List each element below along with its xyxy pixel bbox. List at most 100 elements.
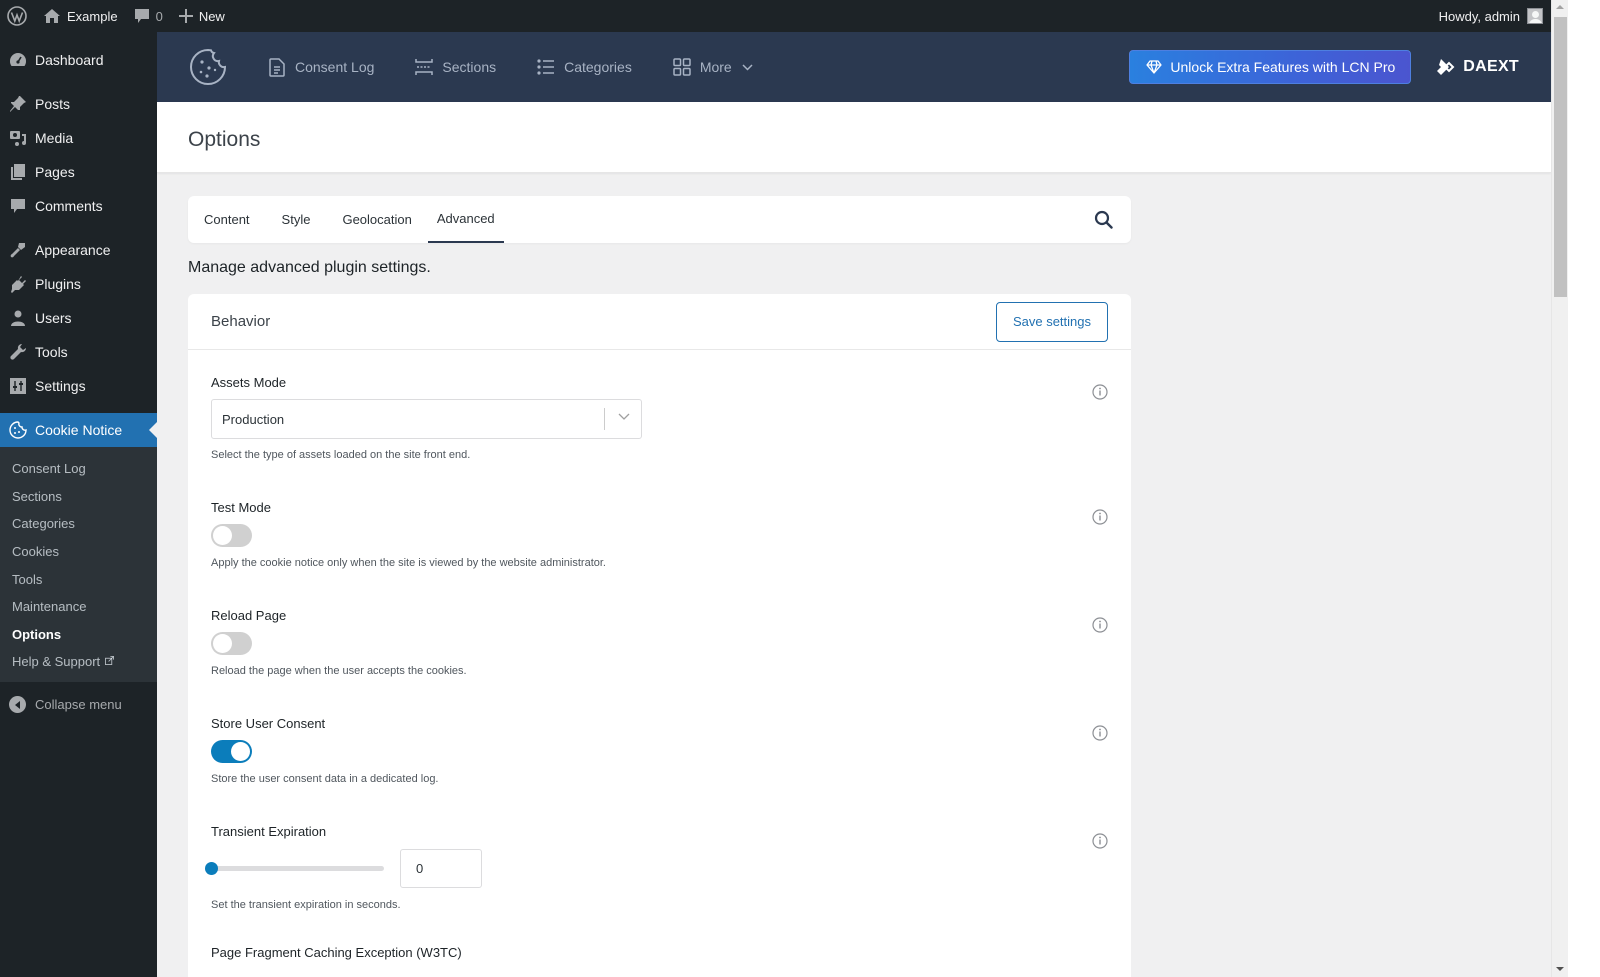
nav-consent-log[interactable]: Consent Log xyxy=(267,32,374,102)
tab-content[interactable]: Content xyxy=(188,196,266,243)
nav-label: Consent Log xyxy=(295,59,375,75)
site-name-link[interactable]: Example xyxy=(35,0,126,32)
field-reload-page: Reload Page Reload the page when the use… xyxy=(211,608,1108,677)
page-title: Options xyxy=(188,128,261,151)
pages-icon xyxy=(8,162,28,182)
tab-label: Style xyxy=(281,212,311,227)
sidebar-item-plugins[interactable]: Plugins xyxy=(0,267,157,301)
sidebar-item-settings[interactable]: Settings xyxy=(0,369,157,403)
cookie-logo-icon[interactable] xyxy=(189,48,227,86)
submenu-item-consent-log[interactable]: Consent Log xyxy=(0,455,157,483)
page-scrollbar[interactable] xyxy=(1551,0,1568,977)
unlock-pro-button[interactable]: Unlock Extra Features with LCN Pro xyxy=(1129,50,1412,84)
tab-advanced[interactable]: Advanced xyxy=(427,196,504,243)
sidebar-item-pages[interactable]: Pages xyxy=(0,155,157,189)
brand-name: DAEXT xyxy=(1463,58,1519,75)
field-label: Page Fragment Caching Exception (W3TC) xyxy=(211,945,462,960)
sidebar-item-label: Cookie Notice xyxy=(35,422,123,438)
field-description: Store the user consent data in a dedicat… xyxy=(211,773,439,785)
comments-count: 0 xyxy=(155,8,163,24)
nav-more-dropdown[interactable]: More xyxy=(672,32,753,102)
assets-mode-select[interactable]: Production xyxy=(211,399,642,439)
sidebar-item-appearance[interactable]: Appearance xyxy=(0,233,157,267)
submenu-item-help-support[interactable]: Help & Support xyxy=(0,648,157,676)
search-icon xyxy=(1094,210,1113,229)
test-mode-toggle[interactable] xyxy=(211,524,252,547)
submenu-label: Consent Log xyxy=(12,461,86,477)
nav-categories[interactable]: Categories xyxy=(536,32,632,102)
reload-page-toggle[interactable] xyxy=(211,632,252,655)
new-content-link[interactable]: New xyxy=(171,0,233,32)
field-label: Transient Expiration xyxy=(211,824,327,839)
cookie-notice-submenu: Consent Log Sections Categories Cookies … xyxy=(0,447,157,682)
behavior-card: Behavior Save settings Assets Mode Produ… xyxy=(188,294,1131,977)
collapse-menu-button[interactable]: Collapse menu xyxy=(0,688,157,722)
admin-bar: Example 0 New Howdy, admin xyxy=(0,0,1551,32)
diamond-icon xyxy=(1146,60,1163,74)
sidebar-item-dashboard[interactable]: Dashboard xyxy=(0,43,157,77)
cookie-icon xyxy=(8,420,28,440)
field-label: Reload Page xyxy=(211,608,287,623)
submenu-item-sections[interactable]: Sections xyxy=(0,483,157,511)
field-label: Store User Consent xyxy=(211,716,326,731)
field-description: Select the type of assets loaded on the … xyxy=(211,449,471,461)
avatar xyxy=(1527,8,1543,24)
tab-geolocation[interactable]: Geolocation xyxy=(326,196,427,243)
sidebar-item-label: Users xyxy=(35,310,72,326)
submenu-label: Tools xyxy=(12,571,43,587)
field-transient-expiration: Transient Expiration 0 Set the transient… xyxy=(205,824,1108,911)
plus-icon xyxy=(178,9,193,23)
admin-sidebar: Dashboard Posts Media Pages Comments App… xyxy=(0,32,157,977)
save-settings-button[interactable]: Save settings xyxy=(995,301,1108,342)
tab-style[interactable]: Style xyxy=(266,196,327,243)
sidebar-item-label: Settings xyxy=(35,378,86,394)
submenu-label: Maintenance xyxy=(12,599,87,615)
info-icon[interactable] xyxy=(1092,509,1108,525)
scrollbar-thumb[interactable] xyxy=(1554,17,1567,297)
field-label: Assets Mode xyxy=(211,375,287,390)
submenu-item-cookies[interactable]: Cookies xyxy=(0,538,157,566)
list-icon xyxy=(536,57,556,77)
info-icon[interactable] xyxy=(1092,725,1108,741)
sidebar-item-media[interactable]: Media xyxy=(0,121,157,155)
tab-label: Content xyxy=(204,212,250,227)
scroll-down-arrow-icon[interactable] xyxy=(1556,967,1564,971)
nav-label: Sections xyxy=(442,59,497,75)
pin-icon xyxy=(8,94,28,114)
sidebar-item-posts[interactable]: Posts xyxy=(0,87,157,121)
sections-icon xyxy=(414,57,434,77)
sidebar-item-label: Posts xyxy=(35,96,71,112)
sidebar-item-cookie-notice[interactable]: Cookie Notice xyxy=(0,413,157,447)
transient-expiration-slider[interactable] xyxy=(205,862,384,875)
store-user-consent-toggle[interactable] xyxy=(211,740,252,763)
external-link-icon xyxy=(105,655,115,668)
slider-handle[interactable] xyxy=(205,862,218,875)
dashboard-icon xyxy=(8,50,28,70)
wordpress-logo-button[interactable] xyxy=(0,0,35,32)
plugin-header: Consent Log Sections Categories More Unl… xyxy=(157,32,1551,102)
sidebar-item-label: Media xyxy=(35,130,74,146)
chevron-down-icon xyxy=(742,63,753,71)
sidebar-item-tools[interactable]: Tools xyxy=(0,335,157,369)
nav-sections[interactable]: Sections xyxy=(414,32,496,102)
document-icon xyxy=(267,57,287,77)
info-icon[interactable] xyxy=(1092,384,1108,400)
submenu-item-tools[interactable]: Tools xyxy=(0,565,157,593)
submenu-item-maintenance[interactable]: Maintenance xyxy=(0,593,157,621)
info-icon[interactable] xyxy=(1092,617,1108,633)
scroll-up-arrow-icon[interactable] xyxy=(1556,5,1564,9)
sidebar-item-comments[interactable]: Comments xyxy=(0,189,157,223)
submenu-label: Help & Support xyxy=(12,654,101,670)
my-account-link[interactable]: Howdy, admin xyxy=(1431,0,1551,32)
daext-brand-link[interactable]: DAEXT xyxy=(1435,57,1519,77)
comments-link[interactable]: 0 xyxy=(126,0,171,32)
transient-expiration-input[interactable]: 0 xyxy=(400,849,482,888)
home-icon xyxy=(43,8,61,24)
info-icon[interactable] xyxy=(1092,833,1108,849)
sidebar-item-label: Plugins xyxy=(35,276,81,292)
submenu-item-options[interactable]: Options xyxy=(0,621,157,649)
submenu-item-categories[interactable]: Categories xyxy=(0,510,157,538)
sidebar-item-users[interactable]: Users xyxy=(0,301,157,335)
search-button[interactable] xyxy=(1094,196,1113,243)
sliders-icon xyxy=(8,376,28,396)
